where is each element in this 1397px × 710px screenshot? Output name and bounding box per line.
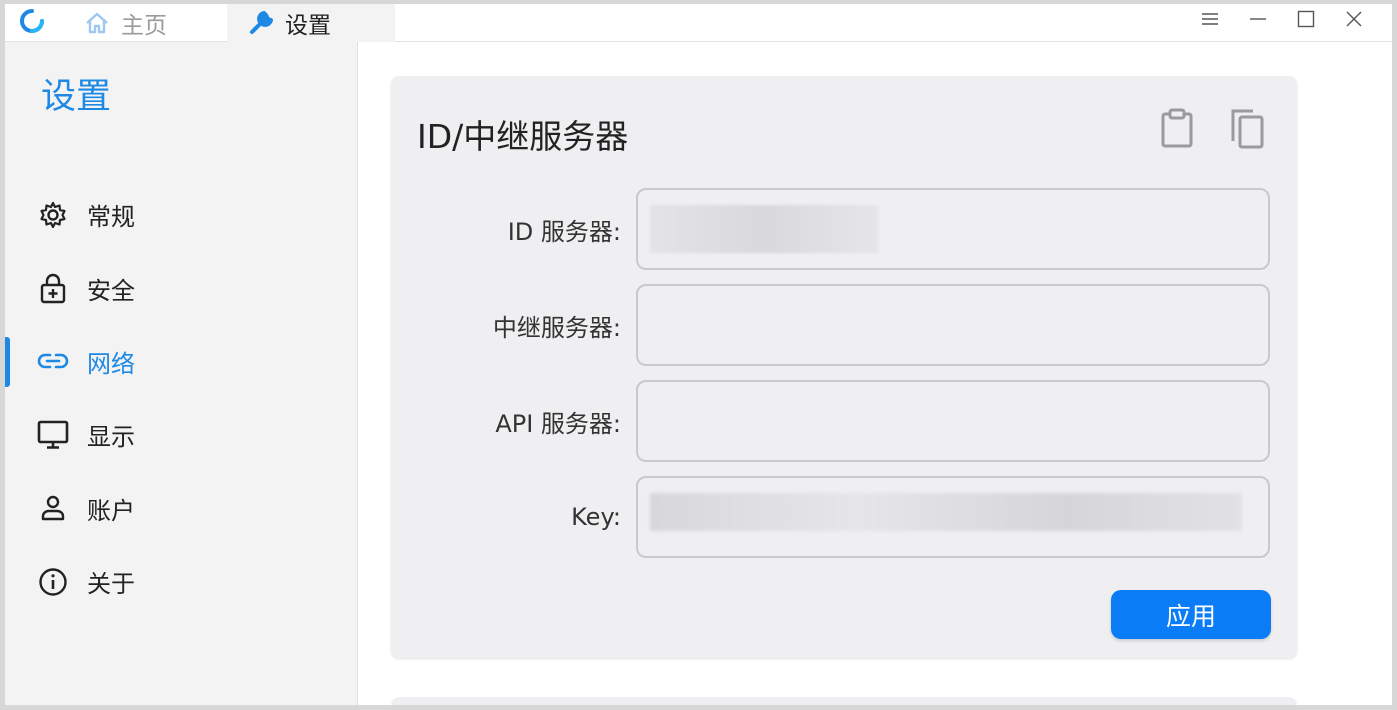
menu-icon[interactable]	[1186, 4, 1234, 34]
tab-settings[interactable]: 设置	[227, 4, 395, 42]
api-server-input[interactable]	[636, 380, 1270, 462]
close-icon[interactable]	[1330, 4, 1378, 34]
field-row-id-server: ID 服务器:	[391, 188, 1297, 270]
tab-settings-label: 设置	[285, 13, 331, 39]
key-label: Key:	[571, 503, 621, 531]
field-row-key: Key:	[391, 476, 1297, 558]
sidebar-title: 设置	[41, 77, 112, 117]
sidebar-item-label: 网络	[87, 349, 135, 378]
gear-icon	[37, 199, 69, 231]
field-row-api-server: API 服务器:	[391, 380, 1297, 462]
sidebar-item-label: 安全	[87, 276, 135, 305]
monitor-icon	[37, 419, 69, 451]
window-controls	[1186, 4, 1378, 34]
app-logo-icon	[20, 9, 44, 33]
link-icon	[37, 345, 69, 377]
apply-button[interactable]: 应用	[1111, 590, 1271, 639]
id-server-label: ID 服务器:	[507, 217, 621, 246]
sidebar: 设置 常规 安全 网络 显示 账户 关于	[5, 42, 358, 705]
sidebar-nav: 常规 安全 网络 显示 账户 关于	[5, 178, 357, 618]
card-actions	[1157, 106, 1267, 150]
next-settings-card	[391, 697, 1297, 705]
relay-server-label: 中继服务器:	[492, 313, 621, 342]
wrench-icon	[247, 9, 275, 37]
info-icon	[37, 566, 69, 598]
field-row-relay-server: 中继服务器:	[391, 284, 1297, 366]
sidebar-item-label: 显示	[87, 423, 135, 452]
tab-home-label: 主页	[121, 13, 167, 39]
key-input[interactable]	[636, 476, 1270, 558]
sidebar-item-label: 关于	[87, 570, 135, 599]
sidebar-item-account[interactable]: 账户	[5, 472, 357, 545]
clipboard-icon[interactable]	[1157, 106, 1197, 150]
minimize-icon[interactable]	[1234, 4, 1282, 34]
card-title: ID/中继服务器	[417, 117, 629, 156]
sidebar-item-security[interactable]: 安全	[5, 251, 357, 324]
tab-home[interactable]: 主页	[83, 4, 167, 42]
id-server-input[interactable]	[636, 188, 1270, 270]
redacted-value	[650, 493, 1242, 531]
person-icon	[37, 492, 69, 524]
sidebar-item-about[interactable]: 关于	[5, 545, 357, 618]
sidebar-item-display[interactable]: 显示	[5, 398, 357, 471]
lock-icon	[37, 272, 69, 304]
main-content: ID/中继服务器 ID 服务器: 中继服务器: API 服务器: Key: 应用	[359, 42, 1392, 705]
sidebar-item-general[interactable]: 常规	[5, 178, 357, 251]
redacted-value	[650, 205, 878, 253]
home-icon	[83, 9, 111, 37]
server-settings-card: ID/中继服务器 ID 服务器: 中继服务器: API 服务器: Key: 应用	[391, 76, 1297, 658]
sidebar-item-label: 常规	[87, 203, 135, 232]
relay-server-input[interactable]	[636, 284, 1270, 366]
maximize-icon[interactable]	[1282, 4, 1330, 34]
api-server-label: API 服务器:	[495, 409, 621, 438]
copy-icon[interactable]	[1227, 106, 1267, 150]
sidebar-item-label: 账户	[87, 496, 135, 525]
sidebar-item-network[interactable]: 网络	[5, 325, 357, 398]
title-bar: 主页 设置	[5, 4, 1392, 42]
app-window: 主页 设置 设置 常规 安全 网络 显示 账户 关于 ID/中继服务器 ID 服…	[0, 0, 1397, 710]
